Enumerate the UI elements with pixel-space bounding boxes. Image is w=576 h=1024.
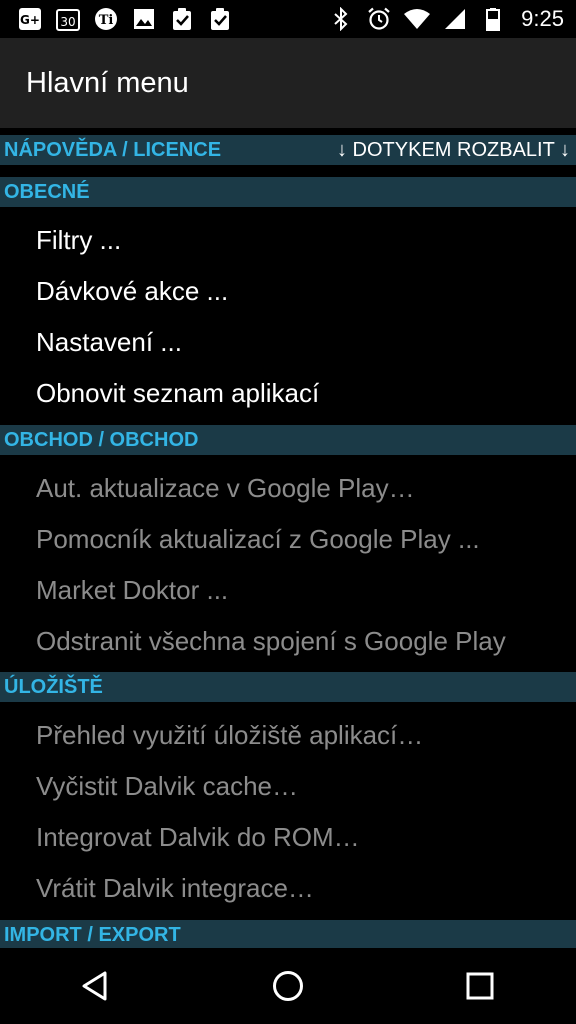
- home-circle-icon: [273, 971, 303, 1001]
- menu-item-settings[interactable]: Nastavení ...: [0, 317, 576, 368]
- menu-item-remove-play-links[interactable]: Odstranit všechna spojení s Google Play: [0, 616, 576, 667]
- menu-item-filters[interactable]: Filtry ...: [0, 215, 576, 266]
- google-plus-icon: G+: [16, 7, 44, 31]
- page-title: Hlavní menu: [26, 66, 189, 99]
- status-bar: G+ 30 Ti 9:25: [0, 0, 576, 38]
- section-header-store: OBCHOD / OBCHOD: [0, 425, 576, 455]
- system-icons: 9:25: [327, 6, 576, 32]
- image-icon: [130, 7, 158, 31]
- menu-list[interactable]: NÁPOVĚDA / LICENCE ↓ DOTYKEM ROZBALIT ↓ …: [0, 128, 576, 948]
- svg-text:G+: G+: [20, 13, 40, 27]
- menu-item-integrate-dalvik[interactable]: Integrovat Dalvik do ROM…: [0, 812, 576, 863]
- menu-item-undo-dalvik-integration[interactable]: Vrátit Dalvik integrace…: [0, 863, 576, 914]
- back-button[interactable]: [56, 948, 136, 1024]
- bluetooth-icon: [327, 7, 355, 31]
- menu-item-update-helper[interactable]: Pomocník aktualizací z Google Play ...: [0, 514, 576, 565]
- recents-button[interactable]: [440, 948, 520, 1024]
- menu-item-clear-dalvik-cache[interactable]: Vyčistit Dalvik cache…: [0, 761, 576, 812]
- clipboard-check-icon: [168, 7, 196, 31]
- alarm-icon: [365, 7, 393, 31]
- svg-text:30: 30: [60, 15, 75, 29]
- menu-item-batch-actions[interactable]: Dávkové akce ...: [0, 266, 576, 317]
- menu-item-refresh-app-list[interactable]: Obnovit seznam aplikací: [0, 368, 576, 419]
- tap-to-expand-label: ↓ DOTYKEM ROZBALIT ↓: [337, 138, 570, 161]
- menu-item-market-doctor[interactable]: Market Doktor ...: [0, 565, 576, 616]
- signal-icon: [441, 7, 469, 31]
- help-license-bar[interactable]: NÁPOVĚDA / LICENCE ↓ DOTYKEM ROZBALIT ↓: [0, 135, 576, 165]
- back-triangle-icon: [82, 971, 107, 1001]
- notification-icons: G+ 30 Ti: [0, 7, 234, 31]
- app-bar: Hlavní menu: [0, 38, 576, 128]
- menu-item-auto-update-google-play[interactable]: Aut. aktualizace v Google Play…: [0, 463, 576, 514]
- titanium-icon: Ti: [92, 7, 120, 31]
- section-header-import-export: IMPORT / EXPORT: [0, 920, 576, 948]
- recents-square-icon: [466, 972, 494, 1000]
- help-license-label: NÁPOVĚDA / LICENCE: [4, 138, 222, 161]
- section-header-general: OBECNÉ: [0, 177, 576, 207]
- calendar-icon: 30: [54, 7, 82, 31]
- navigation-bar: [0, 948, 576, 1024]
- svg-text:Ti: Ti: [99, 13, 114, 28]
- battery-icon: [479, 7, 507, 31]
- clipboard-check-icon: [206, 7, 234, 31]
- wifi-icon: [403, 7, 431, 31]
- section-header-storage: ÚLOŽIŠTĚ: [0, 672, 576, 702]
- status-clock: 9:25: [521, 6, 564, 31]
- home-button[interactable]: [248, 948, 328, 1024]
- menu-item-storage-overview[interactable]: Přehled využití úložiště aplikací…: [0, 710, 576, 761]
